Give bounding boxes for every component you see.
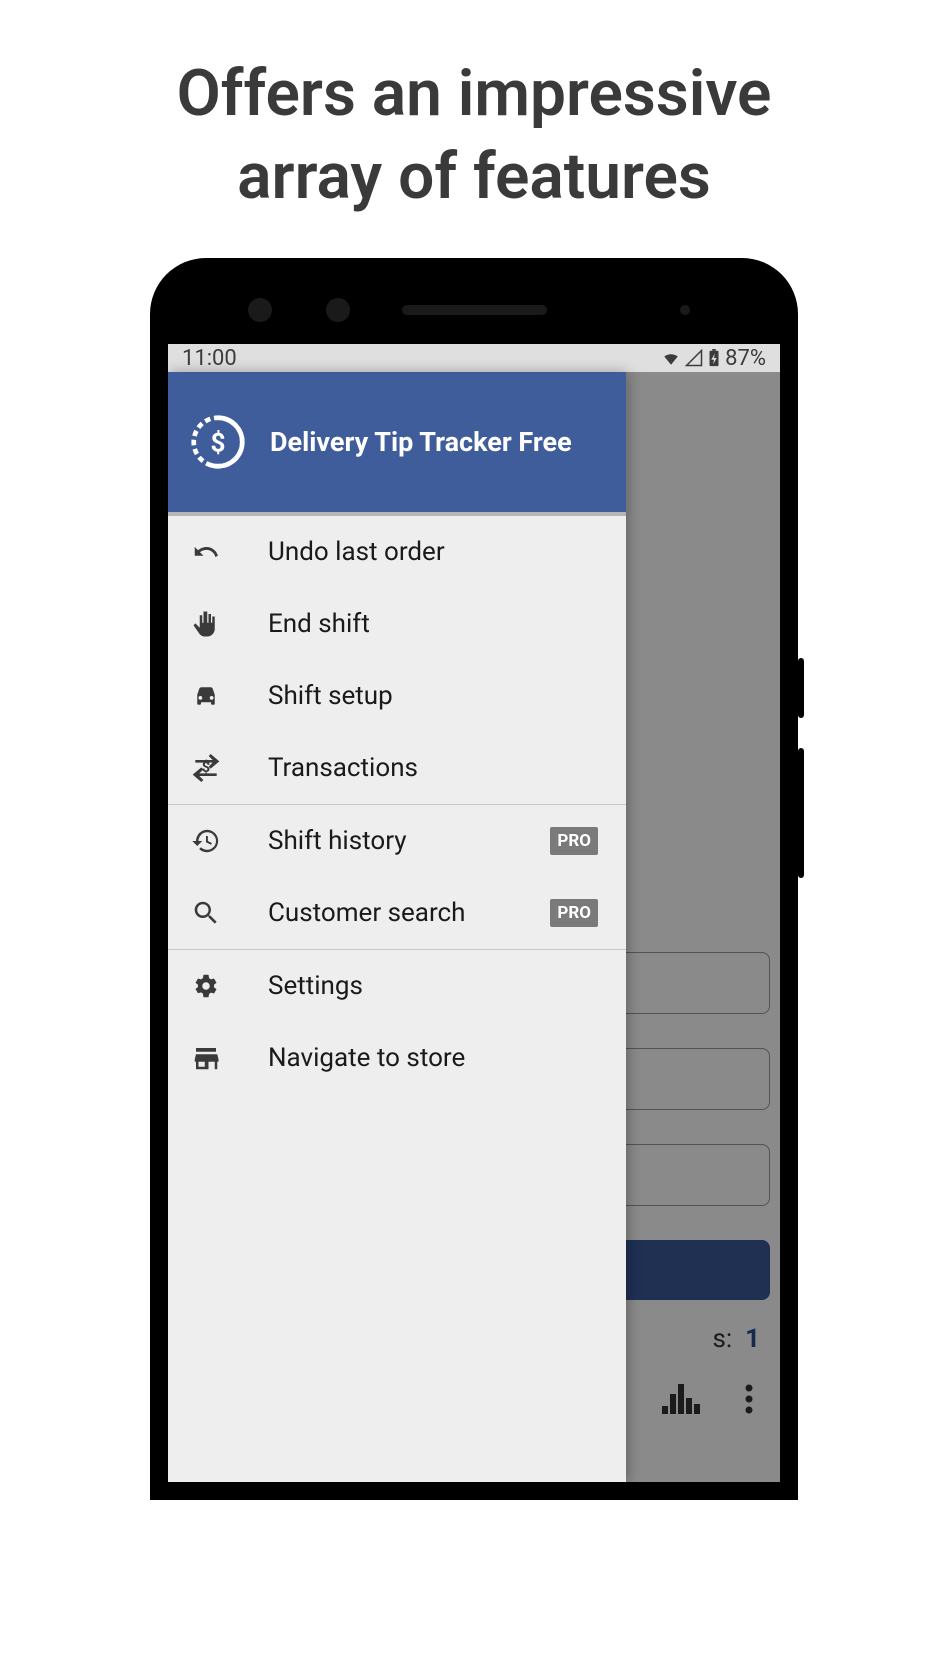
pro-badge: PRO (550, 827, 598, 855)
battery-icon (708, 349, 720, 367)
hand-icon (190, 608, 222, 640)
gear-icon (190, 970, 222, 1002)
status-bar: 11:00 87% (168, 344, 780, 372)
drawer-item-label: End shift (268, 609, 604, 639)
phone-power-button (798, 658, 804, 718)
phone-volume-button (798, 748, 804, 878)
navigation-drawer: $ Delivery Tip Tracker Free Undo last or… (168, 372, 626, 1482)
app-logo-icon: $ (190, 414, 246, 470)
search-icon (190, 897, 222, 929)
drawer-item-shift-setup[interactable]: Shift setup (168, 660, 626, 732)
drawer-item-label: Navigate to store (268, 1043, 604, 1073)
store-icon (190, 1042, 222, 1074)
drawer-header: $ Delivery Tip Tracker Free (168, 372, 626, 516)
car-icon (190, 680, 222, 712)
signal-icon (685, 349, 703, 367)
wifi-icon (662, 349, 680, 367)
phone-top-bezel (168, 276, 780, 344)
drawer-item-label: Shift setup (268, 681, 604, 711)
status-battery: 87% (725, 346, 766, 371)
drawer-title: Delivery Tip Tracker Free (270, 426, 572, 458)
drawer-item-end-shift[interactable]: End shift (168, 588, 626, 660)
drawer-item-label: Settings (268, 971, 604, 1001)
drawer-item-label: Undo last order (268, 537, 604, 567)
drawer-item-label: Shift history (268, 826, 504, 856)
svg-text:$: $ (202, 758, 210, 776)
phone-frame: 11:00 87% ddress tral Ave mber er (150, 258, 798, 1500)
title-line-1: Offers an impressive (177, 56, 772, 131)
drawer-item-undo[interactable]: Undo last order (168, 516, 626, 588)
drawer-item-shift-history[interactable]: Shift history PRO (168, 805, 626, 877)
history-icon (190, 825, 222, 857)
drawer-item-label: Transactions (268, 753, 604, 783)
pro-badge: PRO (550, 899, 598, 927)
drawer-item-customer-search[interactable]: Customer search PRO (168, 877, 626, 949)
page-title: Offers an impressive array of features (0, 52, 948, 218)
drawer-item-label: Customer search (268, 898, 504, 928)
title-line-2: array of features (237, 139, 711, 214)
status-time: 11:00 (182, 346, 237, 371)
undo-icon (190, 536, 222, 568)
drawer-item-navigate-store[interactable]: Navigate to store (168, 1022, 626, 1094)
transactions-icon: $ (190, 752, 222, 784)
drawer-item-settings[interactable]: Settings (168, 950, 626, 1022)
svg-text:$: $ (211, 429, 226, 459)
drawer-item-transactions[interactable]: $ Transactions (168, 732, 626, 804)
